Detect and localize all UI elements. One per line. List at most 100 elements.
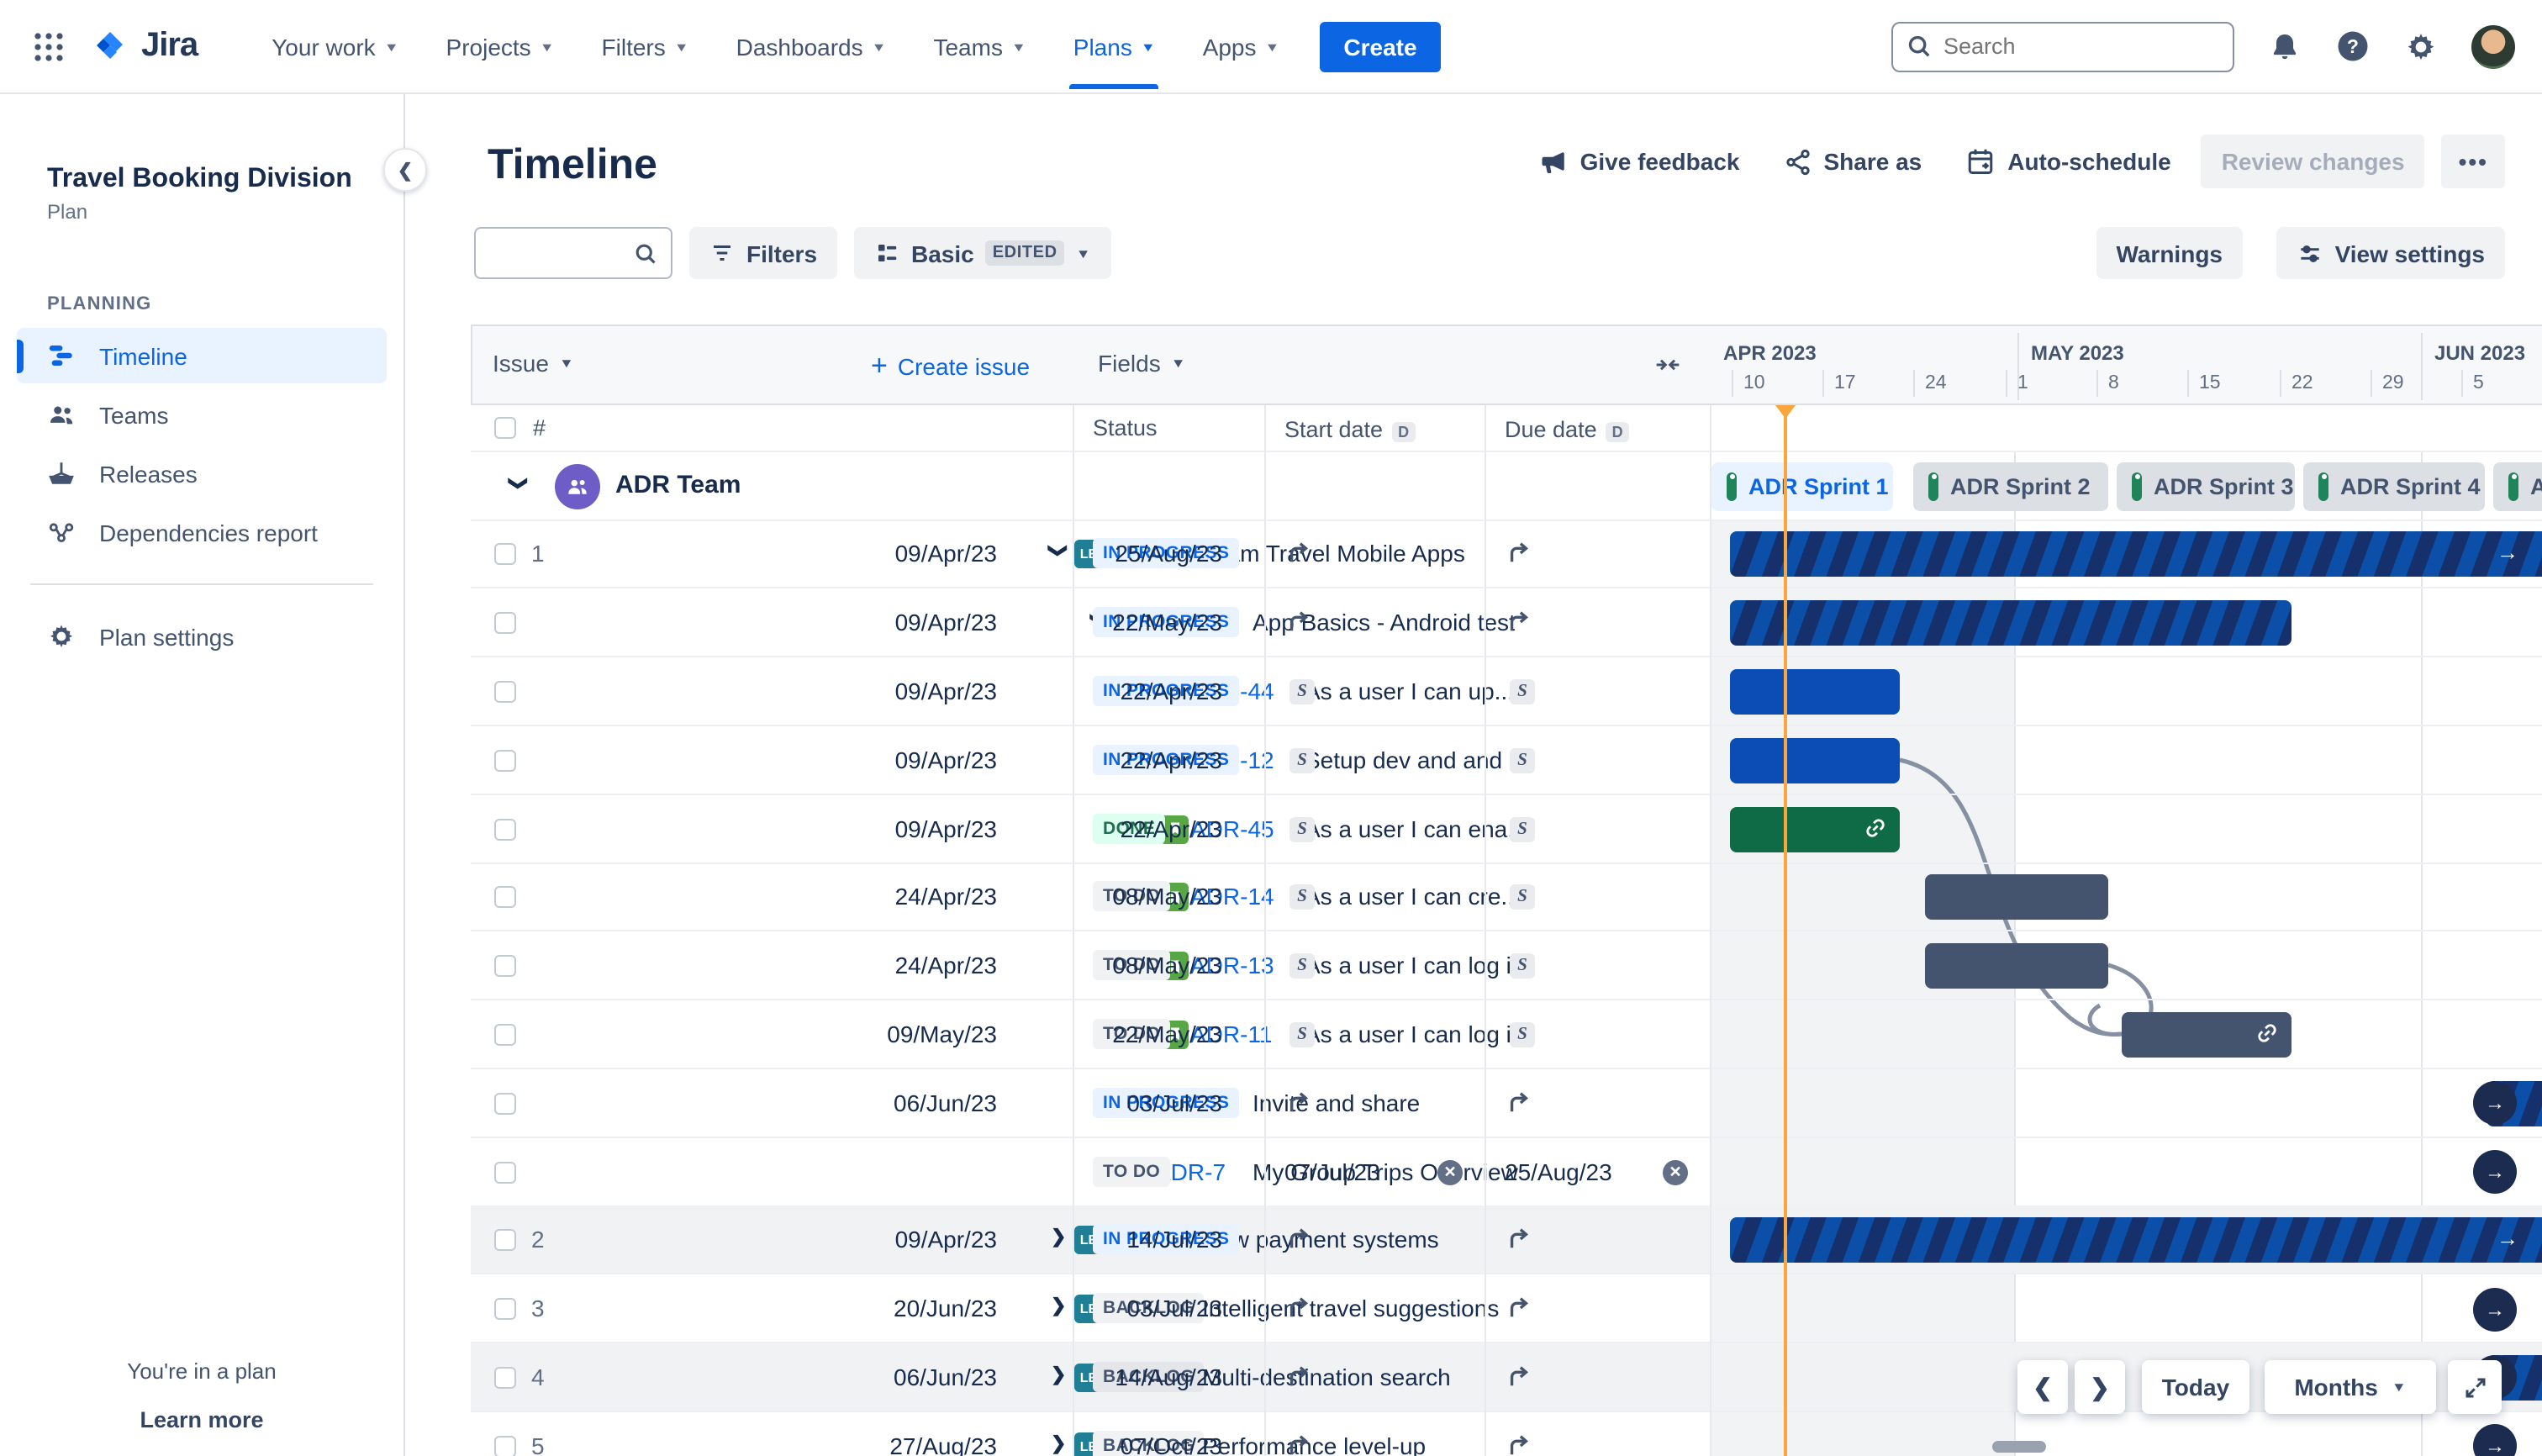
sprint-pill-adr-sprint-3[interactable]: ADR Sprint 3 [2117,462,2295,510]
share-as-button[interactable]: Share as [1769,137,1935,186]
status-badge[interactable]: TO DO [1093,1156,1171,1186]
scroll-to-bar-chip[interactable]: → [2473,1287,2517,1332]
scroll-to-bar-chip[interactable]: → [2473,1150,2517,1194]
row-checkbox[interactable] [494,543,516,566]
expander-chevron-icon[interactable]: ❯ [508,475,530,490]
gantt-bar-ADR-14[interactable] [1925,874,2108,921]
sprint-pill-adr-sprint-5[interactable]: ADR Sprint 5 [2493,462,2542,510]
date-value[interactable]: 20/Jun/23 [894,1295,997,1321]
expander-chevron-icon[interactable]: ❯ [1051,1432,1066,1453]
date-value[interactable]: 27/Aug/23 [889,1432,997,1456]
date-value[interactable]: 09/May/23 [887,1021,997,1047]
date-value[interactable]: 25/Aug/23 [1115,541,1222,567]
sprint-pill-adr-sprint-1[interactable]: ADR Sprint 1 [1711,462,1893,510]
create-issue-button[interactable]: + Create issue [871,350,1030,383]
sprint-pill-adr-sprint-4[interactable]: ADR Sprint 4 [2303,462,2485,510]
issue-column-header[interactable]: Issue ▼ [493,350,574,377]
date-value[interactable]: 09/Apr/23 [895,815,997,841]
row-checkbox[interactable] [494,818,516,840]
fields-dropdown[interactable]: Fields ▼ [1098,350,1186,377]
auto-schedule-button[interactable]: Auto-schedule [1952,136,2184,187]
date-value[interactable]: 25/Aug/23 [1505,1158,1612,1184]
help-icon[interactable]: ? [2335,29,2371,64]
row-checkbox[interactable] [494,1161,516,1183]
collapse-fields-icon[interactable] [1654,351,1681,378]
warnings-button[interactable]: Warnings [2096,227,2243,279]
date-value[interactable]: 22/May/23 [1112,1021,1222,1047]
timeline-search-field[interactable] [474,227,672,279]
horizontal-scrollbar-thumb[interactable] [1992,1441,2046,1453]
notifications-bell-icon[interactable] [2268,29,2302,63]
expander-chevron-icon[interactable]: ❯ [1051,1364,1066,1385]
row-checkbox[interactable] [494,1092,516,1115]
nav-item-plans[interactable]: Plans ▼ [1057,19,1173,88]
date-value[interactable]: 09/Apr/23 [895,1227,997,1253]
gantt-bar-IP-7[interactable]: → [1730,1217,2542,1263]
view-selector-button[interactable]: Basic EDITED ▼ [854,227,1111,279]
scroll-to-bar-chip[interactable]: → [2473,1081,2517,1126]
gantt-bar-ADR-13[interactable] [1925,943,2108,989]
sidebar-item-dependencies-report[interactable]: Dependencies report [17,504,387,560]
date-value[interactable]: 09/Apr/23 [895,541,997,567]
expander-chevron-icon[interactable]: ❯ [1051,1295,1066,1316]
date-value[interactable]: 09/Apr/23 [895,746,997,773]
gantt-bar-ADR-45[interactable] [1730,806,1900,852]
learn-more-link[interactable]: Learn more [0,1407,403,1432]
date-value[interactable]: 22/Apr/23 [1121,678,1222,704]
remove-date-icon[interactable]: ✕ [1663,1159,1688,1184]
row-checkbox[interactable] [494,1229,516,1252]
gantt-bar-ADR-5[interactable] [1730,600,2291,646]
gantt-bar-ADR-44[interactable] [1730,668,1900,715]
date-value[interactable]: 22/May/23 [1112,609,1222,636]
review-changes-button[interactable]: Review changes [2201,135,2425,188]
scroll-left-button[interactable]: ❮ [2017,1360,2068,1414]
date-value[interactable]: 09/Apr/23 [895,609,997,636]
expander-chevron-icon[interactable]: ❯ [1047,543,1069,558]
more-options-button[interactable]: ••• [2441,135,2505,188]
jira-logo[interactable]: Jira [91,26,198,66]
sidebar-item-teams[interactable]: Teams [17,387,387,442]
nav-item-teams[interactable]: Teams ▼ [916,19,1042,73]
nav-item-apps[interactable]: Apps ▼ [1186,19,1297,73]
gantt-bar-IP-8[interactable]: → [1730,531,2542,578]
sidebar-item-plan-settings[interactable]: Plan settings [17,609,387,664]
sidebar-item-timeline[interactable]: Timeline [17,328,387,383]
date-value[interactable]: 22/Apr/23 [1121,815,1222,841]
date-value[interactable]: 09/Apr/23 [895,678,997,704]
sprint-pill-adr-sprint-2[interactable]: ADR Sprint 2 [1913,462,2108,510]
row-checkbox[interactable] [494,749,516,772]
expander-chevron-icon[interactable]: ❯ [1051,1227,1066,1248]
date-value[interactable]: 14/Jul/23 [1126,1227,1222,1253]
select-all-checkbox[interactable] [494,417,516,439]
date-value[interactable]: 03/Jul/23 [1126,1295,1222,1321]
sidebar-collapse-button[interactable]: ❮ [383,148,427,192]
global-search[interactable] [1891,21,2234,71]
dependency-link-icon[interactable] [2256,1022,2278,1044]
gantt-bar-ADR-11[interactable] [2122,1011,2291,1058]
fullscreen-button[interactable] [2448,1360,2502,1414]
settings-gear-icon[interactable] [2404,29,2438,63]
date-value[interactable]: 14/Aug/23 [1115,1364,1222,1390]
view-settings-button[interactable]: View settings [2276,227,2505,279]
nav-item-your-work[interactable]: Your work ▼ [255,19,415,73]
date-value[interactable]: 24/Apr/23 [895,884,997,910]
date-value[interactable]: 08/May/23 [1112,952,1222,979]
date-value[interactable]: 08/May/23 [1112,884,1222,910]
nav-item-dashboards[interactable]: Dashboards ▼ [720,19,904,73]
zoom-level-dropdown[interactable]: Months ▼ [2265,1360,2436,1414]
row-checkbox[interactable] [494,1366,516,1389]
date-value[interactable]: 07/Jul/23 [1284,1158,1380,1184]
date-value[interactable]: 06/Jun/23 [894,1089,997,1116]
date-value[interactable]: 03/Jul/23 [1126,1089,1222,1116]
nav-item-filters[interactable]: Filters ▼ [585,19,706,73]
sidebar-item-releases[interactable]: Releases [17,446,387,501]
row-checkbox[interactable] [494,886,516,909]
row-checkbox[interactable] [494,1435,516,1456]
filters-button[interactable]: Filters [689,227,838,279]
global-search-input[interactable] [1943,34,2196,59]
dependency-link-icon[interactable] [1864,816,1886,838]
give-feedback-button[interactable]: Give feedback [1525,136,1754,187]
app-switcher-icon[interactable] [34,31,64,61]
gantt-bar-ADR-12[interactable] [1730,737,1900,783]
remove-date-icon[interactable]: ✕ [1437,1159,1463,1184]
